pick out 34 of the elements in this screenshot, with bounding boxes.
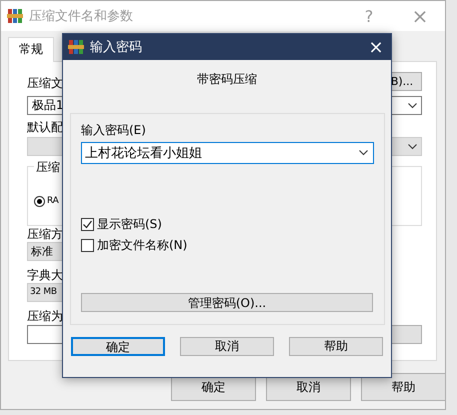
tab[interactable]: 常规 [8, 37, 54, 62]
dropdown[interactable]: 32 MB [27, 283, 63, 302]
field-label: 字典大 [27, 267, 63, 283]
checkbox-label: 加密文件名称(N) [97, 237, 188, 254]
dialog-button[interactable]: 帮助 [289, 337, 383, 356]
dialog-button[interactable]: 帮助 [361, 373, 446, 401]
field-label: 压缩方 [27, 226, 63, 242]
radio-label: RA [47, 196, 58, 206]
field-label: 输入密码(E) [81, 122, 147, 139]
dialog-button[interactable]: 取消 [180, 337, 274, 356]
window-title: 压缩文件名和参数 [29, 8, 134, 25]
password-value: 上村花论坛看小姐姐 [85, 145, 203, 162]
chevron-down-icon [408, 102, 417, 108]
dialog-button[interactable]: 确定 [71, 337, 165, 356]
chevron-down-icon [359, 150, 368, 156]
field-label: 压缩为 [27, 308, 63, 324]
field-label: 压缩文 [27, 75, 63, 91]
checkbox[interactable] [81, 239, 94, 252]
checkbox-label: 显示密码(S) [97, 216, 162, 233]
dropdown[interactable] [27, 137, 63, 156]
chevron-down-icon [408, 144, 417, 150]
close-button[interactable]: × [361, 36, 391, 58]
radio-button[interactable] [34, 196, 45, 206]
books-icon [7, 8, 23, 24]
input-field[interactable]: 极品1 [27, 96, 65, 115]
field-label: 默认配 [27, 119, 63, 135]
books-icon [68, 39, 84, 55]
input-field[interactable] [27, 325, 63, 344]
dialog-title: 输入密码 [90, 39, 143, 56]
dropdown[interactable]: 标准 [27, 242, 63, 261]
manage-button[interactable]: 管理密码(O)... [81, 293, 373, 312]
dialog-heading: 带密码压缩 [196, 71, 258, 88]
checkbox[interactable] [81, 218, 94, 231]
password-combo[interactable]: 上村花论坛看小姐姐 [81, 142, 374, 164]
